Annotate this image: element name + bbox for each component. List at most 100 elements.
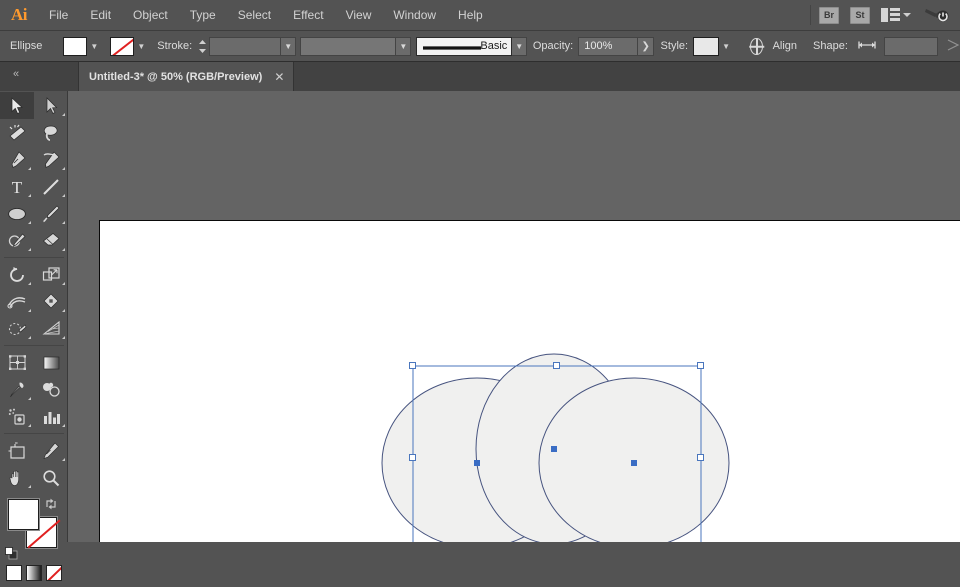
- curvature-tool[interactable]: [34, 146, 68, 173]
- document-tab[interactable]: Untitled-3* @ 50% (RGB/Preview) ✕: [78, 62, 295, 91]
- color-controls: [0, 497, 68, 587]
- menu-edit[interactable]: Edit: [79, 0, 122, 31]
- canvas-area[interactable]: [68, 91, 960, 542]
- recolor-artwork-icon[interactable]: [750, 37, 763, 55]
- menu-object[interactable]: Object: [122, 0, 179, 31]
- shape-builder-tool[interactable]: [0, 315, 34, 342]
- perspective-grid-tool[interactable]: [34, 315, 68, 342]
- brush-definition-label: Basic: [480, 40, 508, 52]
- symbol-sprayer-tool[interactable]: [0, 403, 34, 430]
- menu-type[interactable]: Type: [179, 0, 227, 31]
- artboard-tool[interactable]: [0, 437, 34, 464]
- pen-tool[interactable]: [0, 146, 34, 173]
- slice-tool[interactable]: [34, 437, 68, 464]
- artwork-svg: [381, 353, 730, 542]
- center-point-left[interactable]: [474, 460, 480, 466]
- tool-group-indicator: [62, 221, 65, 224]
- blend-tool[interactable]: [34, 376, 68, 403]
- none-mode-button[interactable]: [46, 565, 62, 581]
- brush-definition-field[interactable]: Basic: [416, 36, 513, 56]
- eyedropper-tool[interactable]: [0, 376, 34, 403]
- double-chevron-left-icon[interactable]: «: [5, 66, 25, 82]
- gradient-mode-button[interactable]: [26, 565, 42, 581]
- chevron-down-icon[interactable]: ▼: [396, 36, 412, 56]
- center-point-center[interactable]: [551, 446, 557, 452]
- fill-color-swatch[interactable]: [63, 36, 88, 56]
- tool-group-indicator: [62, 309, 65, 312]
- chevron-down-icon[interactable]: ▼: [281, 36, 297, 56]
- default-fill-stroke-icon[interactable]: [5, 547, 18, 560]
- shaper-tool[interactable]: [0, 227, 34, 254]
- line-segment-tool[interactable]: [34, 173, 68, 200]
- brush-definition-group[interactable]: Basic ▼: [416, 36, 528, 56]
- chevron-down-icon[interactable]: ▼: [134, 37, 148, 56]
- bridge-button[interactable]: Br: [819, 6, 839, 24]
- menu-select[interactable]: Select: [227, 0, 282, 31]
- selection-tool[interactable]: [0, 92, 34, 119]
- variable-width-profile-input[interactable]: [300, 36, 397, 56]
- close-icon[interactable]: ✕: [274, 71, 284, 83]
- chevron-right-icon[interactable]: ❯: [638, 36, 655, 56]
- mesh-tool[interactable]: [0, 349, 34, 376]
- transform-width-icon[interactable]: [858, 40, 876, 53]
- opacity-input[interactable]: 100%: [578, 36, 639, 56]
- chevron-down-icon[interactable]: ▼: [87, 37, 101, 56]
- menu-effect[interactable]: Effect: [282, 0, 334, 31]
- stock-button[interactable]: St: [850, 6, 870, 24]
- artboard[interactable]: [99, 220, 960, 542]
- handle-top-center[interactable]: [553, 362, 560, 369]
- type-tool[interactable]: T: [0, 173, 34, 200]
- menu-view[interactable]: View: [335, 0, 383, 31]
- lasso-tool[interactable]: [34, 119, 68, 146]
- menu-window[interactable]: Window: [382, 0, 447, 31]
- stepper-arrows-icon[interactable]: [198, 37, 207, 56]
- arrange-documents-icon[interactable]: [881, 8, 900, 22]
- variable-width-group[interactable]: ▼: [300, 36, 412, 56]
- menu-help[interactable]: Help: [447, 0, 494, 31]
- graphic-style-group[interactable]: ▼: [693, 36, 733, 56]
- chevron-down-icon[interactable]: ▼: [512, 36, 528, 56]
- menu-file[interactable]: File: [38, 0, 79, 31]
- free-transform-tool[interactable]: [34, 288, 68, 315]
- opacity-group[interactable]: 100% ❯: [578, 36, 655, 56]
- stroke-weight-input[interactable]: [209, 36, 282, 56]
- handle-mid-left[interactable]: [409, 453, 416, 461]
- ellipse-tool[interactable]: [0, 200, 34, 227]
- shape-label: Shape:: [813, 40, 848, 52]
- width-tool[interactable]: [0, 288, 34, 315]
- hand-tool[interactable]: [0, 464, 34, 491]
- zoom-tool[interactable]: [34, 464, 68, 491]
- align-button[interactable]: Align: [773, 40, 797, 52]
- fill-swatch[interactable]: [8, 499, 39, 530]
- magic-wand-tool[interactable]: [0, 119, 34, 146]
- gradient-tool[interactable]: [34, 349, 68, 376]
- rotate-tool[interactable]: [0, 261, 34, 288]
- stroke-control[interactable]: ▼: [110, 36, 148, 56]
- menu-divider: [810, 5, 811, 25]
- handle-top-right[interactable]: [697, 362, 704, 369]
- panel-overflow-icon[interactable]: [946, 38, 960, 55]
- swap-fill-stroke-icon[interactable]: [44, 497, 58, 511]
- tool-group-indicator: [28, 194, 31, 197]
- center-point-right[interactable]: [631, 460, 637, 466]
- graphic-style-swatch[interactable]: [693, 36, 720, 56]
- stroke-color-swatch[interactable]: [110, 36, 135, 56]
- color-mode-button[interactable]: [6, 565, 22, 581]
- tool-group-indicator: [62, 336, 65, 339]
- handle-top-left[interactable]: [409, 362, 416, 369]
- stroke-weight-label: Stroke:: [157, 40, 193, 52]
- direct-selection-tool[interactable]: [34, 92, 68, 119]
- tool-group-indicator: [62, 282, 65, 285]
- handle-mid-right[interactable]: [697, 453, 704, 461]
- stroke-weight-field-group[interactable]: ▼: [209, 36, 297, 56]
- workspace-switcher-icon[interactable]: [924, 5, 950, 25]
- chevron-down-icon[interactable]: ▼: [719, 37, 733, 56]
- transform-input[interactable]: [883, 36, 938, 56]
- paintbrush-tool[interactable]: [34, 200, 68, 227]
- chevron-down-icon[interactable]: [903, 13, 911, 17]
- column-graph-tool[interactable]: [34, 403, 68, 430]
- active-tool-name: Ellipse: [10, 40, 43, 52]
- scale-tool[interactable]: [34, 261, 68, 288]
- fill-control[interactable]: ▼: [63, 36, 101, 56]
- eraser-tool[interactable]: [34, 227, 68, 254]
